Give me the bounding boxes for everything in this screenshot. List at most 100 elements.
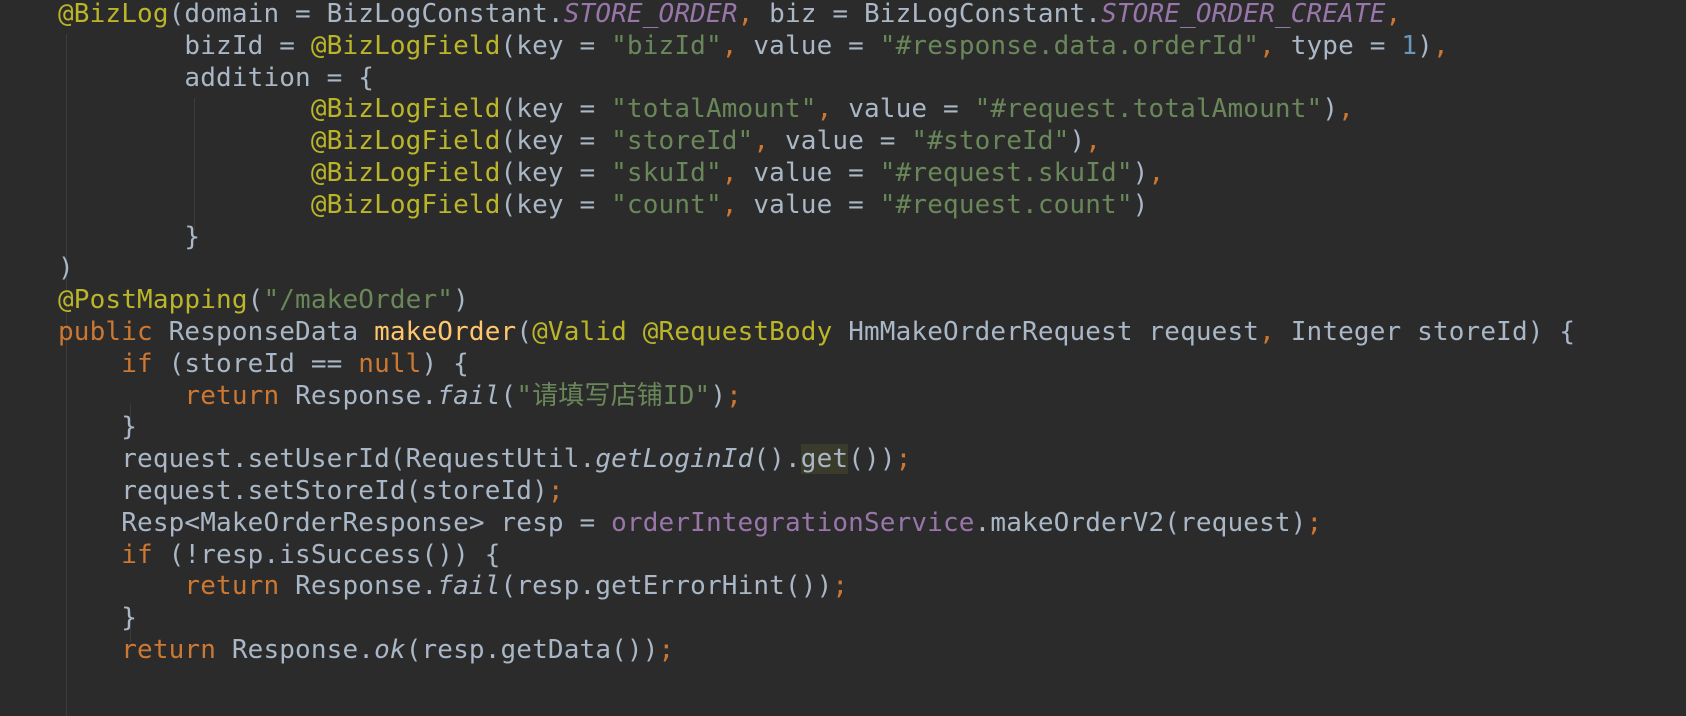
code-token: Response. bbox=[231, 635, 375, 665]
code-line[interactable]: return Response.ok(resp.getData()); bbox=[58, 633, 674, 667]
code-token: " bbox=[516, 380, 533, 411]
code-token: request.setStoreId(storeId) bbox=[58, 476, 548, 506]
code-token: ()) bbox=[848, 444, 896, 475]
code-token: , bbox=[1148, 158, 1165, 188]
code-line[interactable]: } bbox=[58, 410, 137, 444]
code-token: Resp<MakeOrderResponse> resp = bbox=[58, 507, 612, 538]
code-token: (). bbox=[753, 444, 801, 475]
code-token: value = bbox=[769, 126, 912, 157]
code-token: ) bbox=[58, 253, 74, 284]
code-token: } bbox=[58, 412, 138, 443]
code-token: value = bbox=[832, 94, 975, 125]
code-token: ) bbox=[1322, 94, 1339, 125]
code-token: HmMakeOrderRequest request bbox=[848, 317, 1260, 347]
code-line[interactable]: request.setUserId(RequestUtil.getLoginId… bbox=[58, 442, 911, 476]
code-token: , bbox=[753, 126, 770, 157]
code-token: , bbox=[1259, 317, 1275, 347]
code-token: ; bbox=[895, 444, 912, 475]
code-token: ( bbox=[500, 380, 517, 411]
code-token: (resp.getData()) bbox=[405, 635, 659, 665]
code-token: get bbox=[800, 444, 849, 475]
code-token: "#request.skuId" bbox=[879, 158, 1133, 188]
code-token: value = bbox=[737, 158, 880, 188]
code-token: value = bbox=[737, 189, 880, 220]
code-line[interactable]: @BizLogField(key = "storeId", value = "#… bbox=[58, 124, 1101, 158]
code-token: return bbox=[58, 635, 232, 665]
code-line[interactable]: bizId = @BizLogField(key = "bizId", valu… bbox=[58, 29, 1449, 63]
code-token: (storeId == bbox=[168, 348, 359, 379]
code-token: "totalAmount" bbox=[611, 94, 817, 125]
code-token: "storeId" bbox=[611, 126, 754, 157]
code-token: @PostMapping bbox=[58, 285, 248, 316]
code-token: , bbox=[721, 189, 738, 220]
code-token: , bbox=[1432, 30, 1449, 61]
code-token: ResponseData bbox=[168, 317, 375, 347]
code-line[interactable]: request.setStoreId(storeId); bbox=[58, 474, 564, 508]
code-token: return bbox=[58, 571, 296, 602]
code-token: 请填写店铺 bbox=[532, 380, 663, 411]
code-token: return bbox=[58, 380, 296, 411]
code-token: Integer storeId) { bbox=[1274, 317, 1576, 347]
code-token: @BizLogField bbox=[310, 189, 501, 220]
code-token: type = bbox=[1274, 30, 1402, 61]
code-token: .makeOrderV2(request) bbox=[974, 507, 1307, 538]
code-token: ) bbox=[1132, 189, 1149, 220]
code-line[interactable]: ) bbox=[58, 251, 74, 285]
code-token: public bbox=[58, 317, 169, 347]
code-line[interactable]: Resp<MakeOrderResponse> resp = orderInte… bbox=[58, 506, 1322, 540]
code-line[interactable]: if (!resp.isSuccess()) { bbox=[58, 538, 501, 572]
code-token: , bbox=[1338, 94, 1354, 125]
code-token: @BizLogField bbox=[310, 30, 501, 61]
code-token: orderIntegrationService bbox=[611, 507, 975, 538]
code-editor[interactable]: @BizLog(domain = BizLogConstant.STORE_OR… bbox=[0, 0, 1686, 716]
code-token: ; bbox=[547, 476, 564, 506]
code-token: @BizLog bbox=[58, 0, 169, 29]
code-line[interactable]: } bbox=[58, 601, 137, 635]
code-line[interactable]: public ResponseData makeOrder(@Valid @Re… bbox=[58, 315, 1575, 349]
code-line[interactable]: addition = { bbox=[58, 61, 374, 95]
code-line[interactable]: @BizLogField(key = "skuId", value = "#re… bbox=[58, 156, 1164, 190]
code-line[interactable]: @BizLog(domain = BizLogConstant.STORE_OR… bbox=[58, 0, 1401, 31]
code-token: if bbox=[58, 539, 169, 570]
code-token: getLoginId bbox=[595, 444, 754, 475]
code-token: if bbox=[58, 348, 169, 379]
code-token: @BizLogField bbox=[310, 94, 501, 125]
code-token: 1 bbox=[1401, 30, 1418, 61]
code-line[interactable]: return Response.fail(resp.getErrorHint()… bbox=[58, 569, 848, 603]
code-token: addition = { bbox=[58, 62, 375, 93]
code-token: , bbox=[721, 30, 738, 61]
code-token: , bbox=[737, 0, 754, 29]
code-token: (key = bbox=[500, 94, 612, 125]
code-token: (resp.getErrorHint()) bbox=[500, 571, 833, 602]
code-line[interactable]: return Response.fail("请填写店铺ID"); bbox=[58, 379, 742, 413]
code-line[interactable]: if (storeId == null) { bbox=[58, 347, 469, 381]
code-token: @BizLogField bbox=[310, 126, 501, 157]
code-token: request.setUserId(RequestUtil. bbox=[58, 444, 596, 475]
code-token: (key = bbox=[500, 158, 612, 188]
code-token: ID" bbox=[662, 380, 711, 411]
code-line[interactable]: @PostMapping("/makeOrder") bbox=[58, 283, 469, 317]
code-token: "#response.data.orderId" bbox=[879, 30, 1260, 61]
code-line[interactable]: @BizLogField(key = "count", value = "#re… bbox=[58, 188, 1148, 222]
code-token: , bbox=[721, 158, 738, 188]
code-token: , bbox=[816, 94, 833, 125]
code-token: ) bbox=[1132, 158, 1149, 188]
code-token: ) bbox=[453, 285, 469, 316]
code-line[interactable]: @BizLogField(key = "totalAmount", value … bbox=[58, 92, 1354, 126]
code-line[interactable]: } bbox=[58, 220, 200, 254]
code-token: bizId = bbox=[58, 30, 311, 61]
code-token: "#request.totalAmount" bbox=[974, 94, 1323, 125]
code-token: ; bbox=[658, 635, 675, 665]
code-token: "count" bbox=[611, 189, 722, 220]
code-token: value = bbox=[737, 30, 880, 61]
code-token: ( bbox=[516, 317, 533, 347]
code-token: ) bbox=[710, 380, 727, 411]
code-token: fail bbox=[437, 380, 501, 411]
code-token: Response. bbox=[295, 571, 438, 602]
code-token: "#storeId" bbox=[911, 126, 1070, 157]
code-token: "/makeOrder" bbox=[263, 285, 454, 316]
code-token: "skuId" bbox=[611, 158, 722, 188]
